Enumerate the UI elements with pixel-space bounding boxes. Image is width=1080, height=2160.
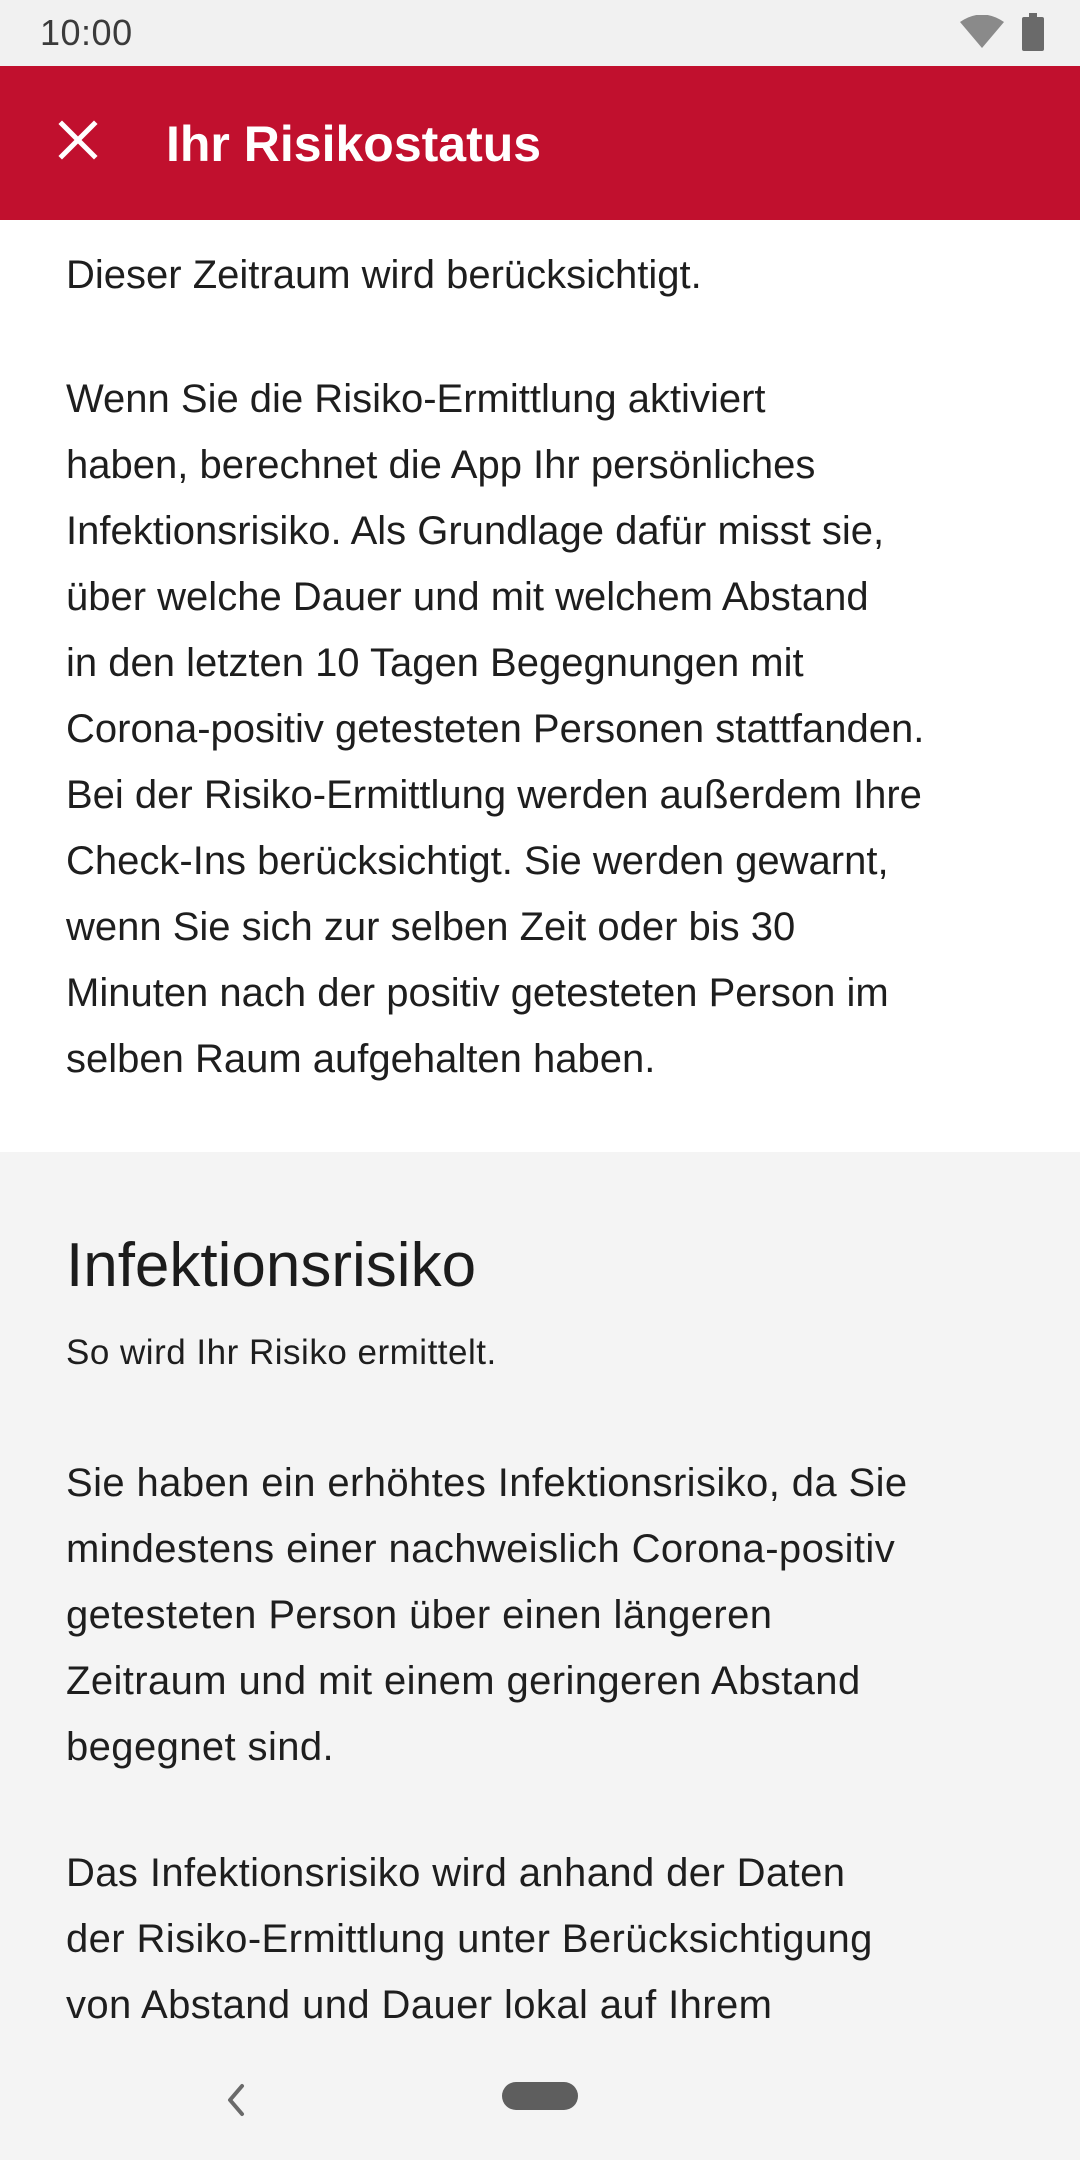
back-chevron-icon [212,2084,260,2128]
text-line: Minuten nach der positiv getesteten Pers… [66,971,889,1015]
text-line: Zeitraum und mit einem geringeren Abstan… [66,1659,861,1703]
home-pill-icon[interactable] [502,2082,578,2110]
section-title: Infektionsrisiko [66,1231,477,1300]
status-icons [960,12,1044,56]
close-button[interactable] [42,106,114,178]
text-line: der Risiko-Ermittlung unter Berücksichti… [66,1917,873,1961]
status-bar: 10:00 [0,0,1080,66]
text-line: Corona-positiv getesteten Personen statt… [66,707,925,751]
risk-data-paragraph: Das Infektionsrisiko wird anhand der Dat… [66,1840,1026,2038]
text-line: Bei der Risiko-Ermittlung werden außerde… [66,773,922,817]
text-line: begegnet sind. [66,1725,335,1769]
text-line: über welche Dauer und mit welchem Abstan… [66,575,869,619]
wifi-icon [960,14,1004,54]
text-line: mindestens einer nachweislich Corona-pos… [66,1527,896,1571]
text-line: Check-Ins berücksichtigt. Sie werden gew… [66,839,889,883]
close-icon [56,118,100,167]
battery-icon [1022,12,1044,56]
text-line: in den letzten 10 Tagen Begegnungen mit [66,641,804,685]
text-line: Das Infektionsrisiko wird anhand der Dat… [66,1851,846,1895]
infection-risk-section: Infektionsrisiko So wird Ihr Risiko ermi… [0,1152,1080,2036]
page-title: Ihr Risikostatus [166,116,542,172]
app-bar: Ihr Risikostatus [0,66,1080,220]
text-line: Wenn Sie die Risiko-Ermittlung aktiviert [66,377,766,421]
risk-calculation-paragraph: Wenn Sie die Risiko-Ermittlung aktiviert… [66,366,1026,1092]
status-time: 10:00 [40,12,133,53]
section-subtitle: So wird Ihr Risiko ermittelt. [66,1333,497,1372]
period-note: Dieser Zeitraum wird berücksichtigt. [66,242,1026,308]
text-line: Infektionsrisiko. Als Grundlage dafür mi… [66,509,885,553]
risk-period-section: Dieser Zeitraum wird berücksichtigt. Wen… [0,220,1080,1152]
text-line: Dieser Zeitraum wird berücksichtigt. [66,253,702,297]
elevated-risk-paragraph: Sie haben ein erhöhtes Infektionsrisiko,… [66,1450,1026,1780]
text-line: selben Raum aufgehalten haben. [66,1037,656,1081]
text-line: getesteten Person über einen längeren [66,1593,773,1637]
text-line: haben, berechnet die App Ihr persönliche… [66,443,816,487]
text-line: von Abstand und Dauer lokal auf Ihrem [66,1983,773,2027]
back-button[interactable] [212,2076,260,2124]
system-navigation-bar [0,2036,1080,2160]
text-line: Sie haben ein erhöhtes Infektionsrisiko,… [66,1461,908,1505]
text-line: wenn Sie sich zur selben Zeit oder bis 3… [66,905,796,949]
